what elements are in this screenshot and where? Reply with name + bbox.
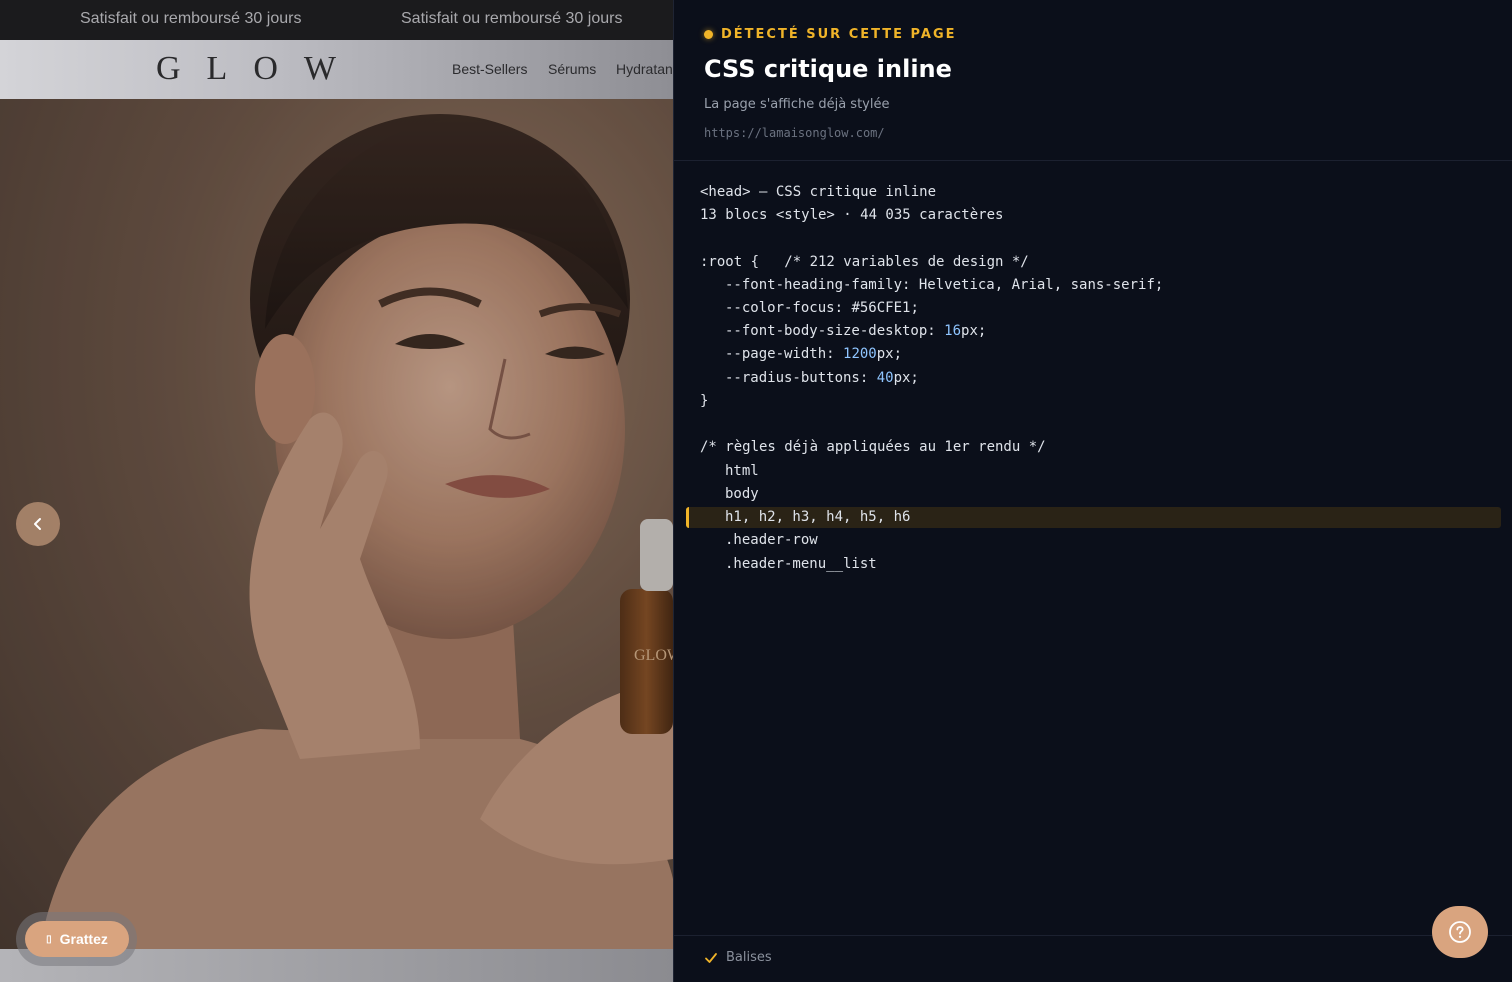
site-header: GLOW Best-Sellers Sérums Hydratan (0, 40, 673, 99)
nav-best-sellers[interactable]: Best-Sellers (452, 61, 527, 77)
footer-divider (674, 935, 1512, 936)
announcement-text: Satisfait ou remboursé 30 jours (401, 10, 623, 27)
code-var-line: --radius-buttons: 40px; (725, 370, 919, 386)
carousel-prev-button[interactable] (16, 502, 60, 546)
var-name: --radius-buttons (725, 370, 860, 386)
code-root-close: } (700, 393, 709, 409)
help-icon (1449, 921, 1471, 943)
code-head-line: <head> — CSS critique inline (700, 184, 937, 200)
scratch-button[interactable]: ▯ Grattez (25, 921, 129, 957)
code-root-open: :root { /* 212 variables de design */ (700, 254, 1029, 270)
inspector-panel: DÉTECTÉ SUR CETTE PAGE CSS critique inli… (673, 0, 1512, 982)
panel-subtitle: La page s'affiche déjà stylée (704, 97, 890, 112)
var-unit: px; (893, 370, 919, 386)
code-selector[interactable]: body (725, 483, 759, 505)
panel-title: CSS critique inline (704, 55, 952, 83)
code-selector[interactable]: html (725, 460, 759, 482)
gift-icon: ▯ (46, 933, 52, 945)
code-var-line: --font-body-size-desktop: 16px; (725, 323, 987, 339)
footer-tags-item[interactable]: Balises (704, 950, 772, 965)
site-logo[interactable]: GLOW (156, 50, 362, 88)
code-summary-line: 13 blocs <style> · 44 035 caractères (700, 207, 1004, 223)
var-name: --page-width (725, 346, 827, 362)
announcement-text: Satisfait ou remboursé 30 jours (80, 10, 302, 27)
status-dot-icon (704, 30, 713, 39)
help-button[interactable] (1432, 906, 1488, 958)
footer-tags-label: Balises (726, 950, 772, 965)
code-var-line: --page-width: 1200px; (725, 346, 903, 362)
announcement-bar: Satisfait ou remboursé 30 jours Satisfai… (0, 0, 673, 40)
detected-label: DÉTECTÉ SUR CETTE PAGE (721, 27, 957, 42)
var-number: 16 (944, 323, 962, 339)
var-number: 40 (876, 370, 894, 386)
code-selector[interactable]: .header-row (725, 529, 818, 551)
chevron-left-icon (34, 518, 41, 530)
code-selector[interactable]: .header-menu__list (725, 553, 877, 575)
check-icon (705, 952, 717, 963)
code-var-line: --font-heading-family: Helvetica, Arial,… (725, 277, 1164, 293)
hero-image: GLOW (0, 99, 673, 949)
hero-dim-overlay (0, 99, 673, 949)
detected-header: DÉTECTÉ SUR CETTE PAGE (704, 27, 957, 42)
nav-hydratants[interactable]: Hydratan (616, 61, 673, 77)
scratch-label: Grattez (59, 931, 108, 947)
var-value: #56CFE1; (851, 300, 919, 316)
page-url[interactable]: https://lamaisonglow.com/ (704, 126, 885, 140)
var-name: --font-body-size-desktop (725, 323, 928, 339)
code-rules-comment: /* règles déjà appliquées au 1er rendu *… (700, 439, 1046, 455)
var-number: 1200 (843, 346, 877, 362)
var-unit: px; (961, 323, 987, 339)
var-name: --color-focus (725, 300, 835, 316)
code-selector-highlighted[interactable]: h1, h2, h3, h4, h5, h6 (725, 506, 910, 528)
divider (674, 160, 1512, 161)
var-name: --font-heading-family (725, 277, 903, 293)
code-var-line: --color-focus: #56CFE1; (725, 300, 919, 316)
nav-serums[interactable]: Sérums (548, 61, 596, 77)
var-unit: px; (876, 346, 903, 362)
site-preview: Satisfait ou remboursé 30 jours Satisfai… (0, 0, 673, 982)
var-value: Helvetica, Arial, sans-serif; (918, 277, 1164, 293)
